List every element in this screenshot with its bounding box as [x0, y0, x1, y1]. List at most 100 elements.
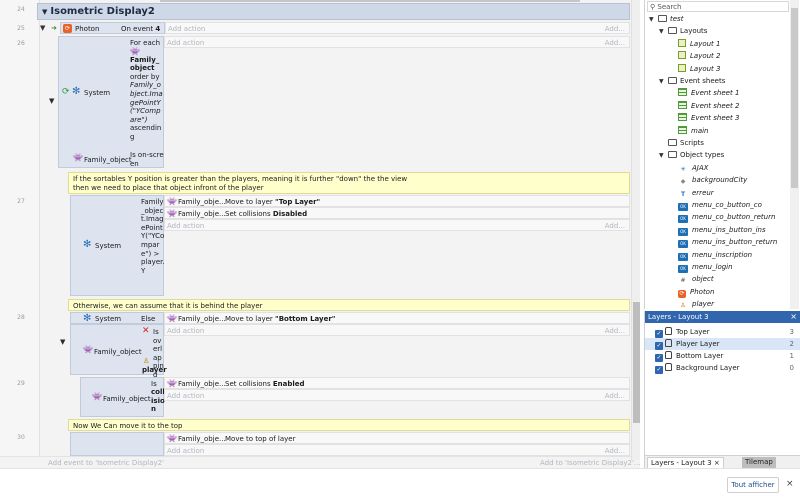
tree-item[interactable]: ▼ Event sheets — [659, 76, 725, 87]
line-number: 25 — [17, 25, 25, 32]
tree-item[interactable]: ▼ Object types — [659, 150, 724, 161]
add-action-button[interactable]: Add action Add... — [164, 36, 630, 48]
add-event-link[interactable]: Add event to 'Isometric Display2' — [48, 459, 164, 467]
layer-row-background[interactable]: ✓ Background Layer 0 — [645, 362, 800, 374]
expand-caret-icon[interactable]: ▼ — [649, 14, 658, 25]
event-comment[interactable]: Otherwise, we can assume that it is behi… — [68, 299, 630, 311]
layer-row-top[interactable]: ✓ Top Layer 3 — [645, 326, 800, 338]
layer-row-bottom[interactable]: ✓ Bottom Layer 1 — [645, 350, 800, 362]
add-more-button[interactable]: Add... — [605, 447, 625, 455]
tree-item-label: Event sheet 3 — [691, 114, 740, 123]
close-icon[interactable]: × — [714, 459, 720, 467]
visibility-checkbox[interactable]: ✓ — [655, 342, 663, 350]
condition-is-collision[interactable]: 👾 Family_object Is collision — [80, 377, 165, 417]
tree-item[interactable]: Terreur — [669, 188, 714, 199]
tree-item-label: object — [692, 275, 714, 284]
lock-icon[interactable] — [665, 327, 672, 335]
lock-icon[interactable] — [665, 339, 672, 347]
layer-row-player[interactable]: ✓ Player Layer 2 — [645, 338, 800, 350]
add-action-button[interactable]: Add action Add... — [165, 22, 630, 34]
line-number: 27 — [17, 198, 25, 205]
show-all-button[interactable]: Tout afficher — [727, 477, 779, 493]
tree-item[interactable]: Layout 3 — [669, 63, 721, 75]
expand-caret-icon[interactable]: ▼ — [659, 76, 668, 87]
collapse-arrow-icon[interactable]: ▼ — [42, 8, 47, 16]
tree-item[interactable]: OK menu_co_button_co — [669, 200, 762, 211]
line-number: 30 — [17, 434, 25, 441]
tree-item[interactable]: Layout 2 — [669, 51, 720, 62]
overlap-target: player — [142, 366, 167, 374]
add-more-button[interactable]: Add... — [605, 222, 625, 230]
action-set-collisions[interactable]: 👾 Family_obje... Set collisions Enabled — [164, 377, 630, 389]
event-sheet-scrollbar[interactable] — [631, 0, 640, 460]
expand-caret-icon[interactable]: ▼ — [659, 150, 668, 161]
scrollbar-thumb[interactable] — [633, 302, 640, 423]
condition-object: Family_object — [103, 395, 151, 403]
tree-item[interactable]: OK menu_ins_button_return — [669, 237, 777, 249]
lock-icon[interactable] — [665, 351, 672, 359]
tab-layers[interactable]: Layers - Layout 3 × — [647, 457, 724, 468]
add-action-button[interactable]: Add action Add... — [164, 324, 630, 336]
close-icon[interactable]: × — [790, 312, 797, 321]
project-search-input[interactable]: ⚲ Search — [647, 1, 789, 12]
collapse-arrow-icon[interactable]: ▼ — [49, 97, 54, 105]
condition-is-overlapping[interactable]: 👾 Family_object ✕ Is overlapping ♙ playe… — [70, 324, 167, 379]
visibility-checkbox[interactable]: ✓ — [655, 330, 663, 338]
add-action-button[interactable]: Add action Add... — [164, 444, 630, 456]
tab-tilemap[interactable]: Tilemap — [742, 457, 776, 468]
add-to-group-link[interactable]: Add to 'Isometric Display2'... — [540, 459, 640, 467]
close-icon[interactable]: × — [786, 479, 794, 489]
event-sheet-icon — [678, 125, 687, 134]
tree-item[interactable]: ♙ player — [669, 299, 714, 310]
tree-item[interactable]: ✳ AJAX — [669, 163, 708, 174]
tree-item[interactable]: Event sheet 2 — [669, 100, 739, 112]
condition-else[interactable]: ✻ System Else — [70, 312, 164, 324]
tree-item[interactable]: main — [669, 125, 709, 137]
tree-item[interactable]: Scripts — [659, 138, 704, 149]
tree-item[interactable]: # object — [669, 274, 714, 285]
visibility-checkbox[interactable]: ✓ — [655, 354, 663, 362]
tree-item[interactable]: Event sheet 3 — [669, 113, 739, 124]
project-scrollbar[interactable] — [790, 0, 799, 309]
action-move-to-layer[interactable]: 👾 Family_obje... Move to layer "Top Laye… — [164, 195, 630, 207]
event-group-header[interactable]: ▼ Isometric Display2 — [37, 3, 630, 20]
tree-item[interactable]: OK menu_co_button_return — [669, 212, 775, 224]
tree-item[interactable]: OK menu_ins_button_ins — [669, 225, 766, 236]
line-number: 26 — [17, 40, 25, 47]
folder-icon — [658, 15, 667, 22]
event-sheet-editor: 24 25 26 27 28 29 30 ▼ Isometric Display2… — [0, 0, 640, 468]
tree-item[interactable]: OK menu_login — [669, 262, 733, 273]
collapse-arrow-icon[interactable]: ▼ — [60, 338, 65, 346]
visibility-checkbox[interactable]: ✓ — [655, 366, 663, 374]
lock-icon[interactable] — [665, 363, 672, 371]
tree-item[interactable]: Layout 1 — [669, 38, 720, 50]
condition-photon-on-event[interactable]: ⟳ Photon On event 4 — [60, 22, 165, 34]
tree-item[interactable]: ◆ backgroundCity — [669, 175, 748, 186]
action-move-to-top[interactable]: 👾 Family_obje... Move to top of layer — [164, 432, 630, 444]
event-comment[interactable]: Now We Can move it to the top — [68, 419, 630, 431]
action-set-collisions[interactable]: 👾 Family_obje... Set collisions Disabled — [164, 207, 630, 219]
condition-block-for-each[interactable]: ⟳ ✻ System For each 👾 Family_object orde… — [58, 36, 164, 168]
add-more-button[interactable]: Add... — [605, 327, 625, 335]
layers-tab-bar: Layers - Layout 3 × Tilemap — [645, 455, 800, 468]
event-comment[interactable]: If the sortables Y position is greater t… — [68, 172, 630, 194]
condition-block-empty[interactable] — [70, 432, 164, 456]
add-more-button[interactable]: Add... — [605, 25, 625, 33]
add-more-button[interactable]: Add... — [605, 392, 625, 400]
tree-item[interactable]: ⟳ Photon — [669, 287, 714, 298]
tree-item[interactable]: OK menu_inscription — [669, 250, 752, 261]
add-action-button[interactable]: Add action Add... — [164, 389, 630, 401]
add-more-button[interactable]: Add... — [605, 39, 625, 47]
tree-item-label: Layout 3 — [690, 64, 721, 73]
scrollbar-thumb[interactable] — [791, 8, 798, 188]
condition-block-compare[interactable]: ✻ System Family_object.ImagePointY("YCom… — [70, 195, 165, 296]
add-action-button[interactable]: Add action Add... — [164, 219, 630, 231]
tree-item[interactable]: ▼ Layouts — [659, 26, 707, 37]
tree-item-label: Scripts — [680, 139, 704, 147]
event-sheet-icon — [678, 88, 687, 97]
expand-caret-icon[interactable]: ▼ — [659, 26, 668, 37]
tree-item[interactable]: ▼ test — [649, 14, 683, 25]
collapse-arrow-icon[interactable]: ▼ — [40, 24, 45, 32]
action-move-to-layer[interactable]: 👾 Family_obje... Move to layer "Bottom L… — [164, 312, 630, 324]
tree-item[interactable]: Event sheet 1 — [669, 88, 739, 99]
